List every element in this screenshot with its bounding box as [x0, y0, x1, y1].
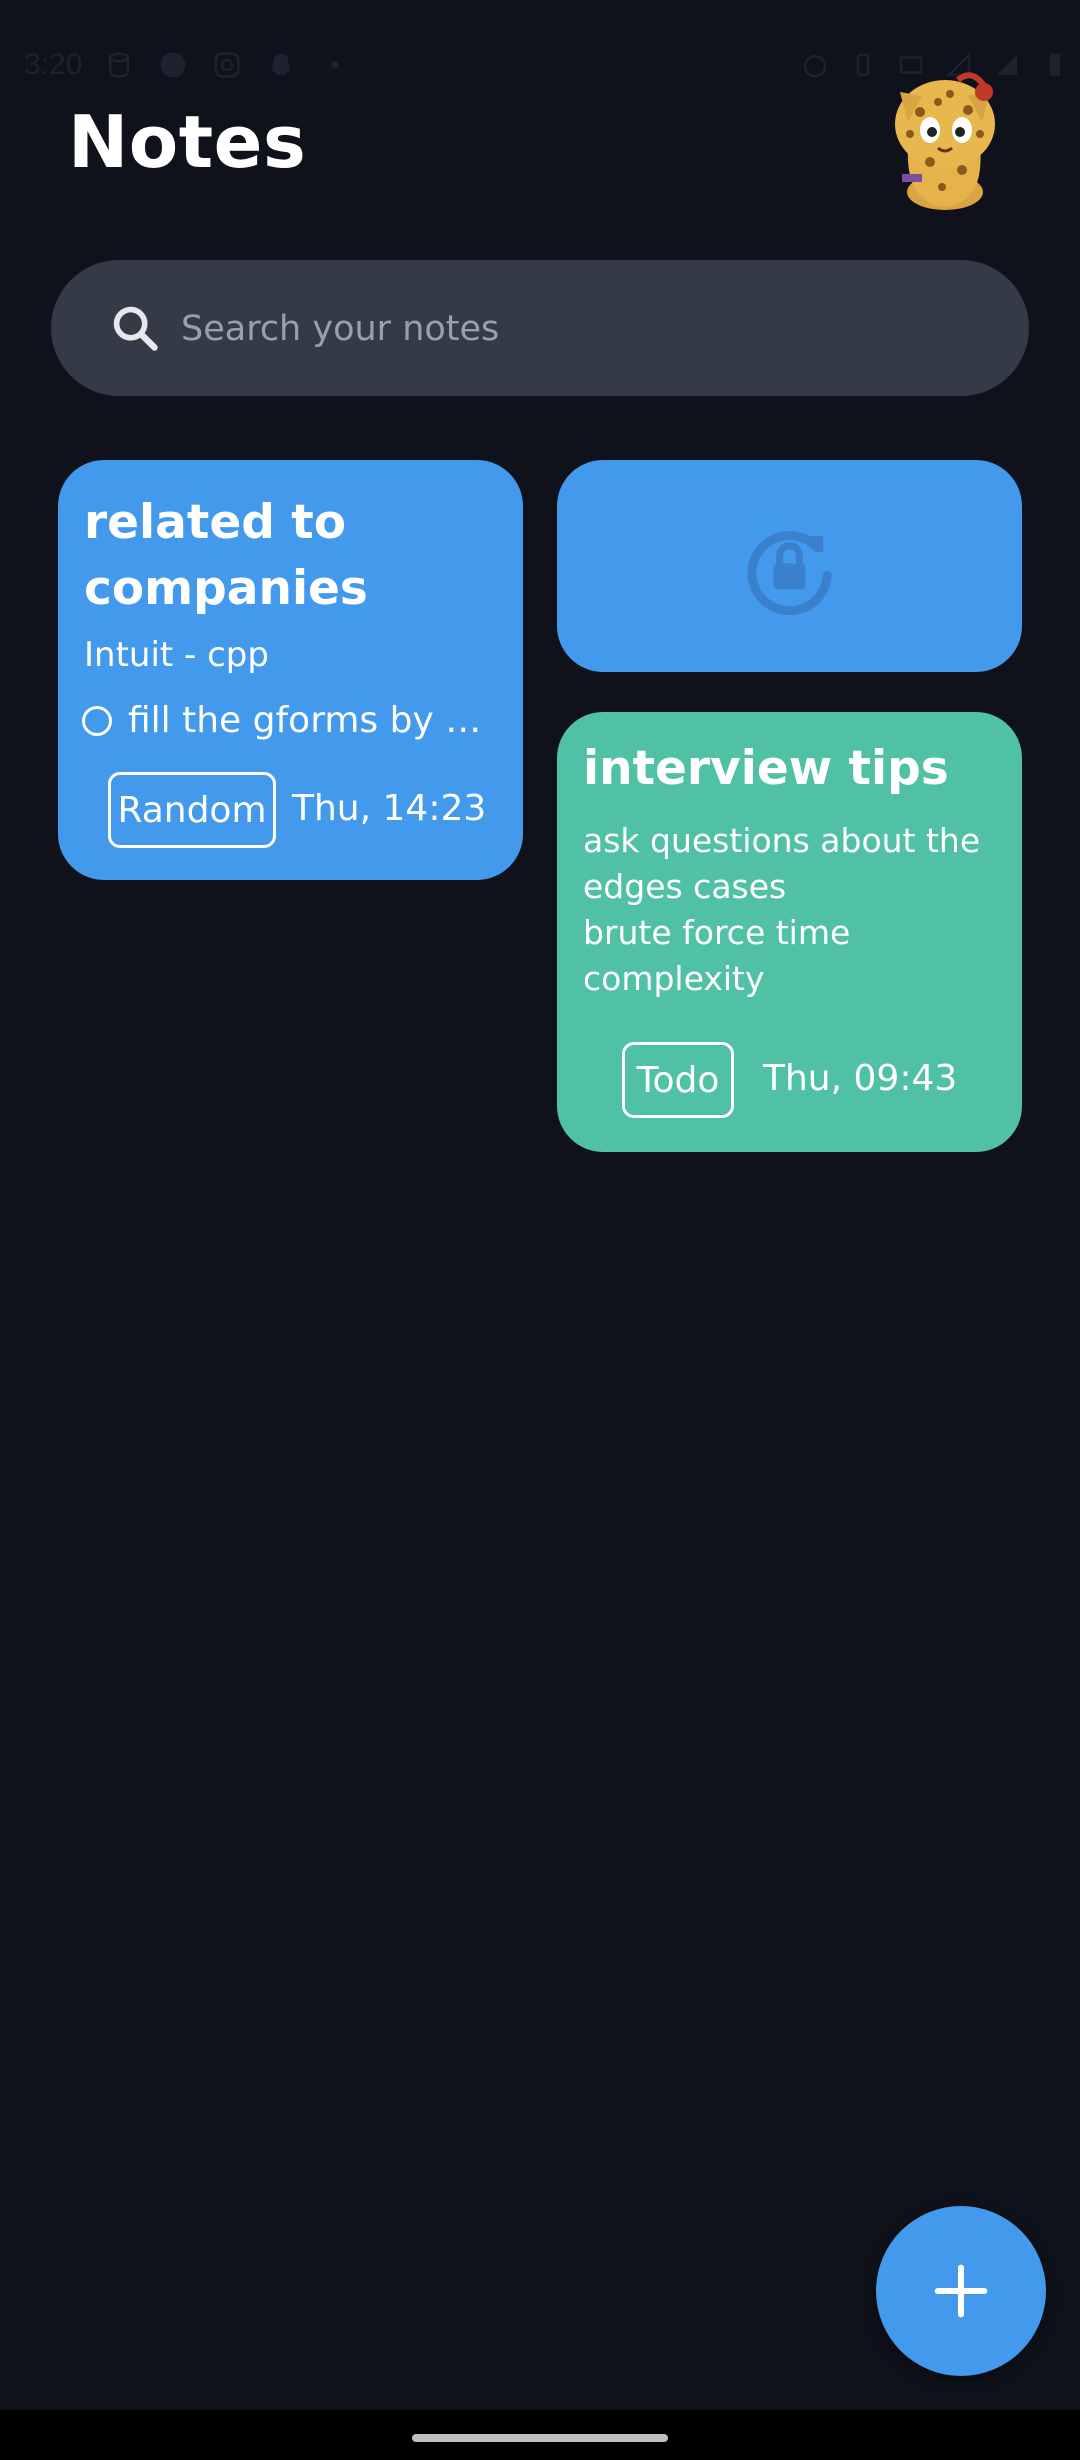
- avatar[interactable]: [880, 62, 1010, 212]
- home-indicator[interactable]: [412, 2434, 668, 2442]
- note-tag[interactable]: Random: [108, 772, 276, 848]
- note-date: Thu, 09:43: [763, 1058, 958, 1099]
- note-card-locked[interactable]: [557, 460, 1022, 672]
- add-note-button[interactable]: [876, 2206, 1046, 2376]
- note-card-interview-tips[interactable]: interview tips ask questions about the e…: [557, 712, 1022, 1152]
- note-date: Thu, 14:23: [292, 788, 487, 829]
- search-bar[interactable]: [51, 260, 1029, 396]
- battery-icon: [1050, 53, 1060, 77]
- checklist-item[interactable]: fill the gforms by 30...: [82, 700, 512, 741]
- snapchat-icon: [271, 53, 291, 75]
- lock-rotate-icon: [747, 531, 832, 615]
- note-body-line: edges cases: [583, 867, 787, 906]
- page-title: Notes: [68, 100, 307, 184]
- note-body-line: brute force time: [583, 913, 851, 952]
- search-input[interactable]: [179, 290, 983, 368]
- note-body-line: ask questions about the: [583, 821, 981, 860]
- notification-icons: [104, 50, 350, 80]
- note-tag[interactable]: Todo: [622, 1042, 734, 1118]
- note-subtitle: Intuit - cpp: [84, 635, 269, 675]
- search-icon: [113, 306, 158, 351]
- dot-icon: [331, 61, 339, 69]
- checkbox-circle-icon[interactable]: [82, 705, 112, 736]
- pinterest-icon: [160, 52, 186, 78]
- note-title: interview tips: [583, 741, 949, 796]
- status-time: 3:20: [24, 48, 83, 81]
- note-body-line: complexity: [583, 959, 765, 998]
- checklist-item-label: fill the gforms by 30...: [128, 700, 498, 741]
- alarm-icon: [803, 55, 827, 78]
- database-icon: [109, 52, 129, 78]
- note-title: related to companies: [84, 495, 368, 616]
- vibrate-icon: [856, 53, 870, 77]
- instagram-icon: [214, 52, 240, 78]
- note-card-related-to-companies[interactable]: related to companies Intuit - cpp fill t…: [58, 460, 523, 880]
- plus-icon: [934, 2264, 988, 2318]
